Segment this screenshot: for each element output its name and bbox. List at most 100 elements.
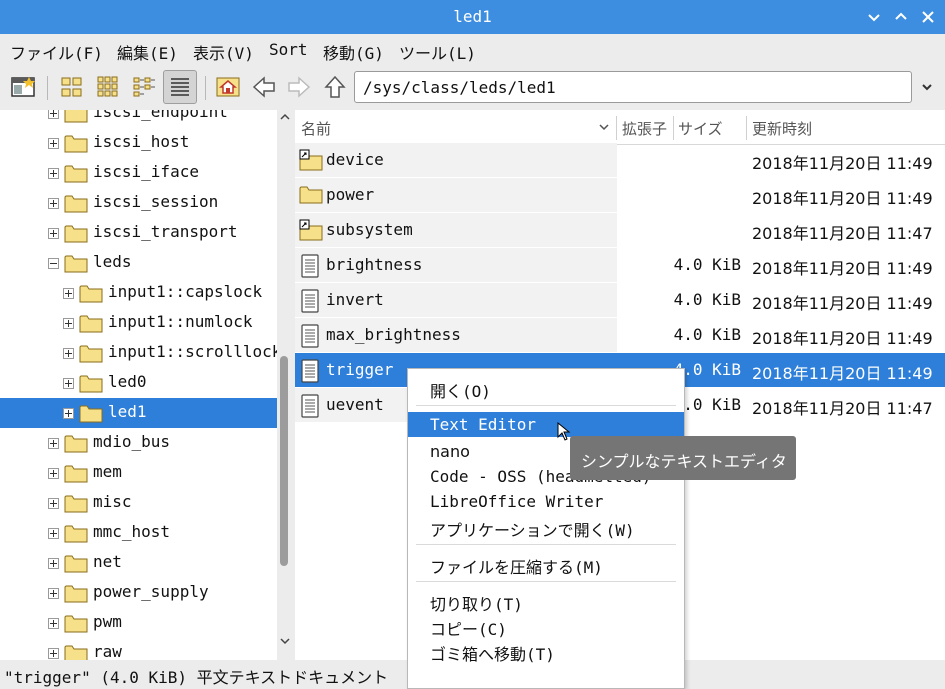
file-row[interactable]: max_brightness 4.0 KiB 2018年11月20日 11:49 (295, 318, 945, 352)
folder-icon (79, 373, 103, 393)
scroll-up-icon[interactable] (277, 110, 293, 124)
menu-tools[interactable]: ツール(L) (399, 40, 476, 64)
menu-edit[interactable]: 編集(E) (117, 40, 178, 64)
close-icon[interactable] (917, 6, 939, 28)
expand-icon[interactable] (48, 498, 59, 509)
expand-icon[interactable] (48, 198, 59, 209)
context-menu-item[interactable]: Text Editor (408, 412, 684, 437)
path-input[interactable]: /sys/class/leds/led1 (354, 71, 912, 103)
tree-item[interactable]: led1 (0, 398, 277, 428)
tree-item[interactable]: mdio_bus (0, 428, 277, 458)
icon-view-icon[interactable] (57, 72, 87, 102)
context-menu-item[interactable]: アプリケーションで開く(W) (408, 514, 684, 540)
file-modified: 2018年11月20日 11:49 (752, 259, 933, 278)
file-row[interactable]: power 2018年11月20日 11:49 (295, 178, 945, 212)
tree-item[interactable]: iscsi_transport (0, 218, 277, 248)
folder-icon (64, 433, 88, 453)
expand-icon[interactable] (48, 110, 59, 119)
expand-icon[interactable] (63, 408, 74, 419)
file-row[interactable]: subsystem 2018年11月20日 11:47 (295, 213, 945, 247)
tree-item[interactable]: raw (0, 638, 277, 660)
expand-icon[interactable] (48, 618, 59, 629)
file-modified: 2018年11月20日 11:49 (752, 364, 933, 383)
menu-view[interactable]: 表示(V) (193, 40, 254, 64)
tree-item[interactable]: leds (0, 248, 277, 278)
tree-item-label: iscsi_iface (93, 162, 199, 181)
tree-item[interactable]: pwm (0, 608, 277, 638)
tree-item[interactable]: mem (0, 458, 277, 488)
tree-item[interactable]: input1::numlock (0, 308, 277, 338)
tree-item[interactable]: net (0, 548, 277, 578)
tree-item[interactable]: iscsi_host (0, 128, 277, 158)
column-size[interactable]: サイズ (678, 118, 723, 139)
folder-tree[interactable]: iscsi_endpoint iscsi_host iscsi_ifaceiscsi… (0, 110, 277, 660)
up-arrow-icon[interactable] (320, 72, 350, 102)
folder-icon (64, 493, 88, 513)
compact-view-icon[interactable] (129, 72, 159, 102)
expand-icon[interactable] (48, 468, 59, 479)
context-menu-item[interactable]: LibreOffice Writer (408, 489, 684, 514)
expand-icon[interactable] (63, 288, 74, 299)
expand-icon[interactable] (48, 648, 59, 659)
new-window-icon[interactable] (8, 72, 38, 102)
back-arrow-icon[interactable] (249, 72, 279, 102)
file-row[interactable]: brightness 4.0 KiB 2018年11月20日 11:49 (295, 248, 945, 282)
tree-item[interactable]: input1::capslock (0, 278, 277, 308)
tree-item[interactable]: power_supply (0, 578, 277, 608)
thumbnail-view-icon[interactable] (93, 72, 123, 102)
tree-item-label: net (93, 552, 122, 571)
tree-item[interactable]: misc (0, 488, 277, 518)
expand-icon[interactable] (48, 528, 59, 539)
detailed-list-view-icon[interactable] (163, 70, 197, 104)
expand-icon[interactable] (48, 228, 59, 239)
collapse-icon[interactable] (48, 258, 59, 269)
expand-icon[interactable] (48, 588, 59, 599)
minimize-icon[interactable] (863, 6, 885, 28)
menu-file[interactable]: ファイル(F) (10, 40, 103, 64)
folder-icon (64, 223, 88, 243)
home-icon[interactable] (213, 72, 243, 102)
context-menu-item[interactable]: コピー(C) (408, 613, 684, 639)
tree-item[interactable]: mmc_host (0, 518, 277, 548)
column-ext[interactable]: 拡張子 (622, 118, 667, 139)
context-menu-item[interactable]: ファイルを圧縮する(M) (408, 551, 684, 577)
tree-item-label: iscsi_endpoint (93, 110, 228, 121)
context-menu-item[interactable]: 開く(O) (408, 375, 684, 401)
tree-item-label: power_supply (93, 582, 209, 601)
context-menu-item-label: Text Editor (430, 415, 536, 434)
expand-icon[interactable] (63, 378, 74, 389)
expand-icon[interactable] (63, 318, 74, 329)
file-row[interactable]: device 2018年11月20日 11:49 (295, 143, 945, 177)
tree-item[interactable]: input1::scrolllock (0, 338, 277, 368)
maximize-icon[interactable] (890, 6, 912, 28)
expand-icon[interactable] (48, 558, 59, 569)
column-modified[interactable]: 更新時刻 (752, 118, 812, 139)
tree-scroll-thumb[interactable] (280, 356, 288, 566)
sort-chevron-icon[interactable] (597, 120, 611, 134)
column-name[interactable]: 名前 (301, 118, 331, 139)
tree-scrollbar[interactable] (277, 110, 293, 660)
expand-icon[interactable] (48, 138, 59, 149)
menu-go[interactable]: 移動(G) (323, 40, 384, 64)
folder-link-icon (299, 219, 323, 241)
chevron-down-icon[interactable] (916, 76, 938, 98)
context-menu-item[interactable]: ゴミ箱へ移動(T) (408, 638, 684, 664)
folder-icon (64, 163, 88, 183)
menu-bar: ファイル(F) 編集(E) 表示(V) Sort 移動(G) ツール(L) (0, 34, 945, 66)
menu-separator (416, 581, 676, 582)
folder-icon (64, 463, 88, 483)
tree-item[interactable]: iscsi_iface (0, 158, 277, 188)
file-row[interactable]: invert 4.0 KiB 2018年11月20日 11:49 (295, 283, 945, 317)
expand-icon[interactable] (63, 348, 74, 359)
file-modified: 2018年11月20日 11:49 (752, 329, 933, 348)
menu-sort[interactable]: Sort (269, 40, 308, 59)
file-name: power (326, 185, 375, 204)
expand-icon[interactable] (48, 438, 59, 449)
context-menu-item[interactable]: 切り取り(T) (408, 588, 684, 614)
forward-arrow-icon[interactable] (284, 72, 314, 102)
tree-item[interactable]: iscsi_session (0, 188, 277, 218)
expand-icon[interactable] (48, 168, 59, 179)
tree-item[interactable]: iscsi_endpoint (0, 110, 277, 128)
scroll-down-icon[interactable] (277, 634, 293, 648)
tree-item[interactable]: led0 (0, 368, 277, 398)
